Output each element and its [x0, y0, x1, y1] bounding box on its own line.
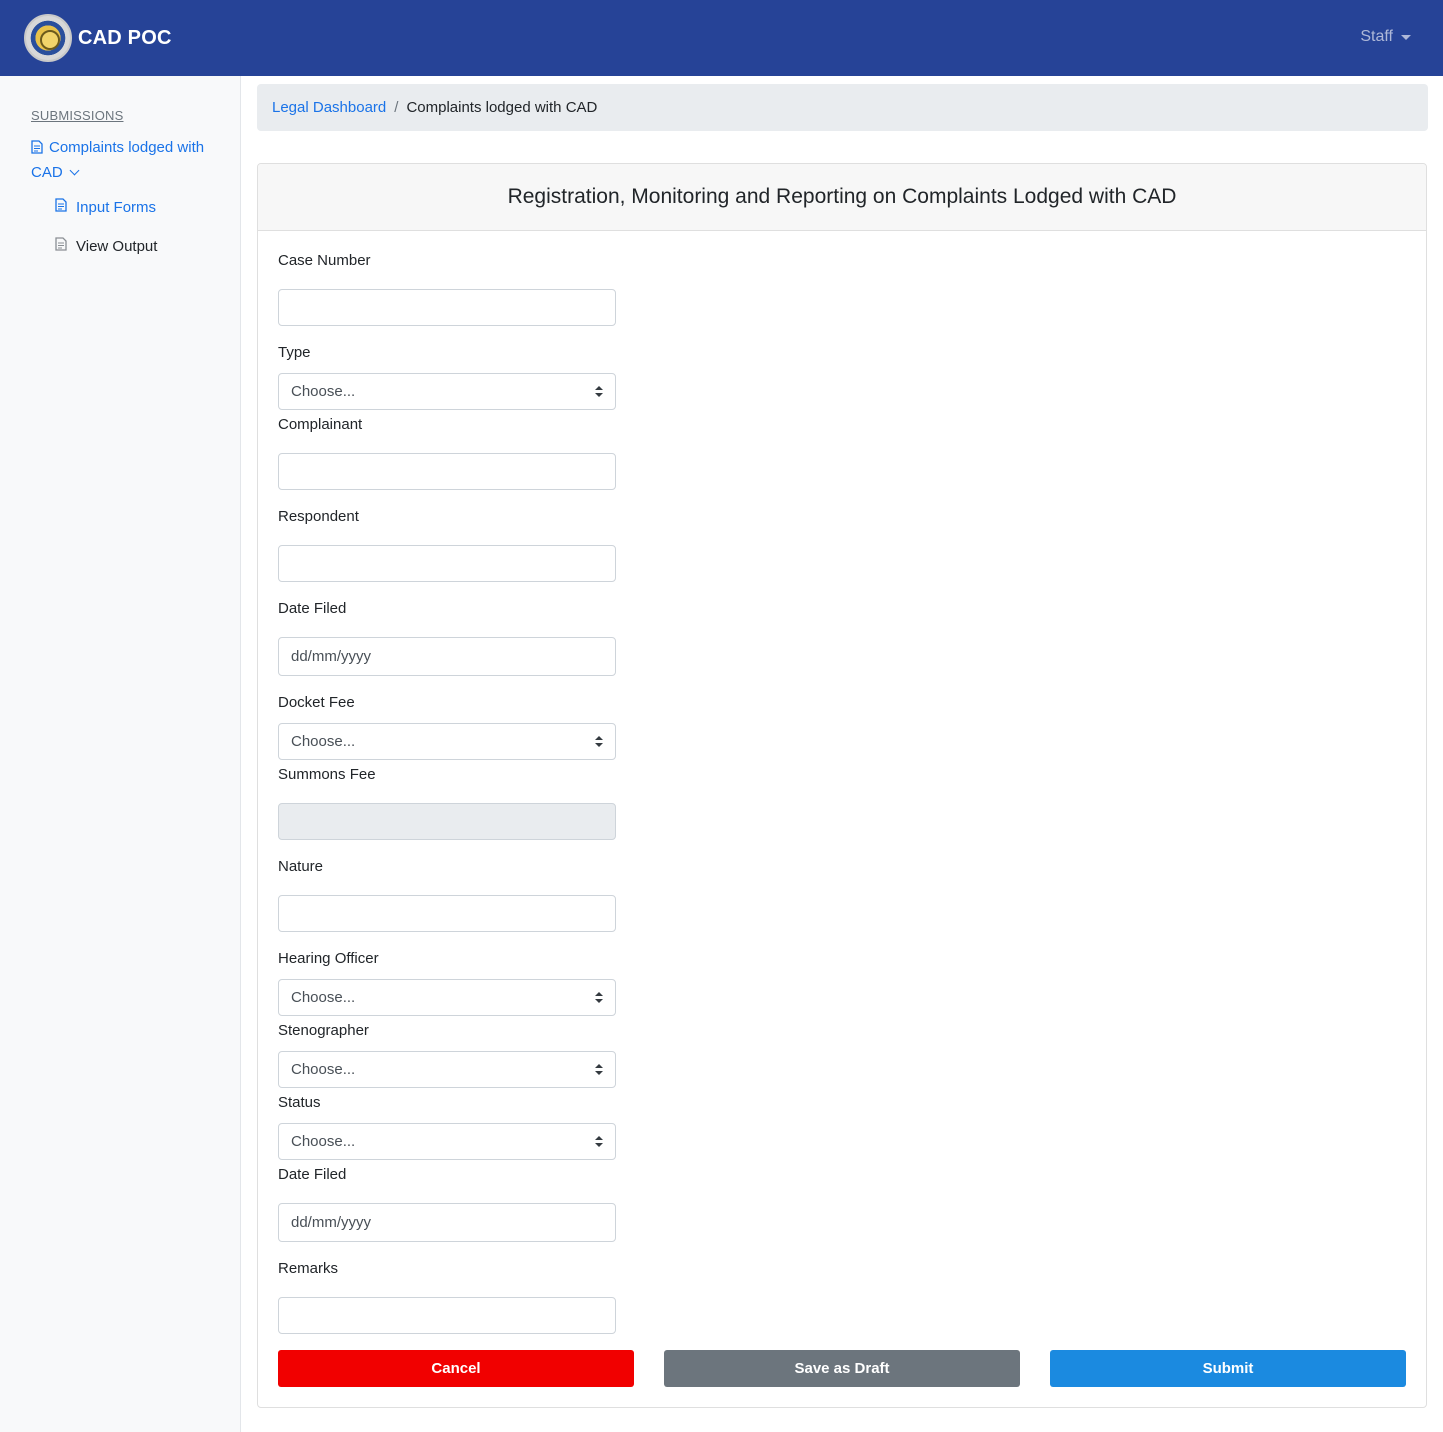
stenographer-select-value: Choose...	[291, 1061, 356, 1078]
top-navbar: CAD POC Staff	[0, 0, 1443, 76]
stenographer-select[interactable]: Choose...	[278, 1051, 616, 1088]
document-icon	[31, 138, 43, 161]
sidebar-item-complaints[interactable]: Complaints lodged with CAD	[31, 136, 221, 184]
date-filed-label: Date Filed	[278, 600, 347, 617]
document-icon	[55, 198, 67, 216]
sidebar-item-label: View Output	[76, 237, 158, 255]
chevron-down-icon	[69, 165, 80, 176]
submit-button[interactable]: Submit	[1050, 1350, 1406, 1387]
breadcrumb-link-legal-dashboard[interactable]: Legal Dashboard	[272, 99, 386, 116]
breadcrumb-separator: /	[394, 99, 399, 116]
status-label: Status	[278, 1094, 321, 1111]
status-select[interactable]: Choose...	[278, 1123, 616, 1160]
type-select-value: Choose...	[291, 383, 356, 400]
hearing-officer-label: Hearing Officer	[278, 950, 379, 967]
brand-title: CAD POC	[78, 26, 172, 49]
breadcrumb: Legal Dashboard / Complaints lodged with…	[257, 84, 1428, 131]
nature-label: Nature	[278, 858, 324, 875]
hearing-officer-select[interactable]: Choose...	[278, 979, 616, 1016]
summons-fee-input	[278, 803, 616, 840]
type-label: Type	[278, 344, 311, 361]
sidebar-heading: SUBMISSIONS	[31, 108, 124, 123]
status-select-value: Choose...	[291, 1133, 356, 1150]
complainant-input[interactable]	[278, 453, 616, 490]
select-arrows-icon	[595, 1064, 603, 1076]
sidebar-item-view-output[interactable]: View Output	[55, 237, 157, 255]
sidebar-item-label: Input Forms	[76, 198, 157, 216]
respondent-label: Respondent	[278, 508, 359, 525]
sidebar: SUBMISSIONS Complaints lodged with CAD I…	[0, 76, 241, 1432]
nature-input[interactable]	[278, 895, 616, 932]
date-filed-input[interactable]: dd/mm/yyyy	[278, 637, 616, 676]
respondent-input[interactable]	[278, 545, 616, 582]
docket-fee-select-value: Choose...	[291, 733, 356, 750]
seal-logo-icon	[24, 14, 72, 62]
user-menu-label: Staff	[1360, 28, 1393, 45]
date-filed-2-input[interactable]: dd/mm/yyyy	[278, 1203, 616, 1242]
date-filed-2-label: Date Filed	[278, 1166, 347, 1183]
complainant-label: Complainant	[278, 416, 363, 433]
sidebar-item-input-forms[interactable]: Input Forms	[55, 198, 156, 216]
document-icon	[55, 237, 67, 255]
cancel-button[interactable]: Cancel	[278, 1350, 634, 1387]
brand[interactable]: CAD POC	[24, 14, 172, 62]
case-number-label: Case Number	[278, 252, 371, 269]
docket-fee-select[interactable]: Choose...	[278, 723, 616, 760]
user-menu-dropdown[interactable]: Staff	[1360, 28, 1411, 46]
docket-fee-label: Docket Fee	[278, 694, 355, 711]
breadcrumb-current: Complaints lodged with CAD	[406, 99, 598, 116]
remarks-input[interactable]	[278, 1297, 616, 1334]
case-number-input[interactable]	[278, 289, 616, 326]
hearing-officer-select-value: Choose...	[291, 989, 356, 1006]
remarks-label: Remarks	[278, 1260, 339, 1277]
select-arrows-icon	[595, 992, 603, 1004]
stenographer-label: Stenographer	[278, 1022, 369, 1039]
summons-fee-label: Summons Fee	[278, 766, 376, 783]
save-draft-button[interactable]: Save as Draft	[664, 1350, 1020, 1387]
type-select[interactable]: Choose...	[278, 373, 616, 410]
select-arrows-icon	[595, 386, 603, 398]
select-arrows-icon	[595, 736, 603, 748]
form-title: Registration, Monitoring and Reporting o…	[258, 164, 1426, 231]
caret-down-icon	[1401, 34, 1411, 40]
sidebar-item-label: Complaints lodged with CAD	[31, 139, 205, 181]
select-arrows-icon	[595, 1136, 603, 1148]
